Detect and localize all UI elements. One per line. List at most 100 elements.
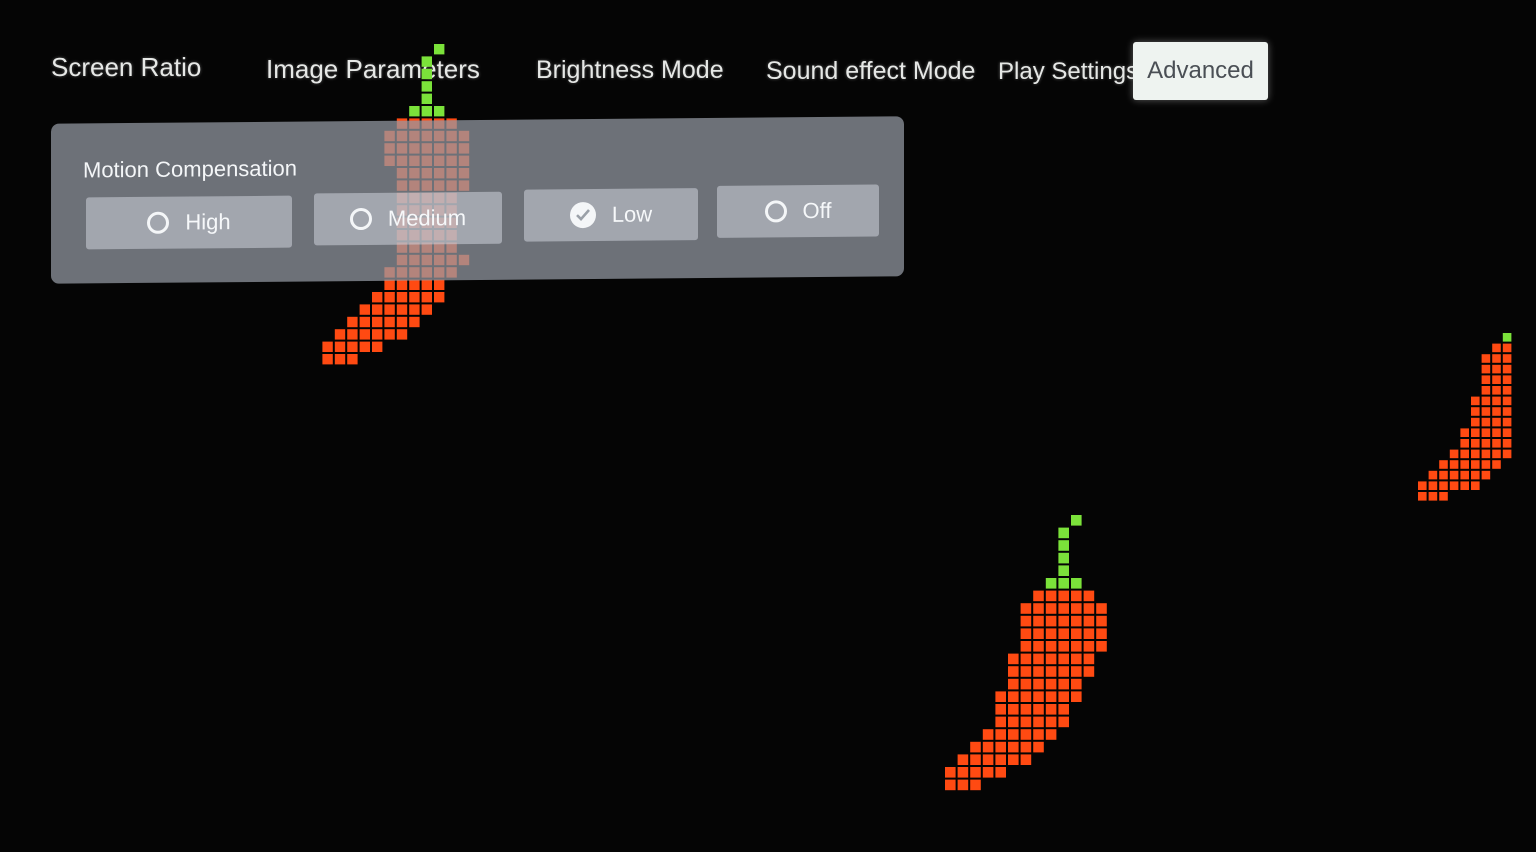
pepper-body-pixel	[995, 767, 1006, 778]
pepper-body-pixel	[1428, 470, 1438, 480]
tab-sound-effect-mode[interactable]: Sound effect Mode	[766, 57, 975, 86]
pepper-body-pixel	[1449, 470, 1459, 480]
pepper-body-pixel	[1071, 603, 1082, 614]
pepper-body-pixel	[1045, 641, 1057, 652]
pepper-body-pixel	[1471, 417, 1480, 427]
pepper-body-pixel	[1020, 641, 1032, 652]
pepper-body-pixel	[1033, 641, 1044, 652]
pepper-body-pixel	[1502, 417, 1512, 427]
pepper-body-pixel	[1071, 666, 1082, 677]
pepper-body-pixel	[1502, 396, 1512, 406]
pepper-body-pixel	[1020, 678, 1032, 690]
pepper-body-pixel	[1096, 603, 1107, 614]
pepper-body-pixel	[1008, 653, 1019, 665]
pepper-body-pixel	[970, 779, 981, 791]
pepper-body-pixel	[1449, 460, 1459, 469]
tab-screen-ratio[interactable]: Screen Ratio	[51, 52, 201, 83]
pepper-stem-pixel	[1058, 565, 1069, 576]
tab-advanced[interactable]: Advanced	[1133, 42, 1268, 100]
pepper-body-pixel	[1492, 354, 1501, 363]
option-label: Low	[611, 201, 653, 227]
pepper-body-pixel	[1033, 603, 1044, 614]
pepper-body-pixel	[1471, 470, 1480, 480]
pepper-body-pixel	[1492, 460, 1501, 469]
pepper-body-pixel	[1460, 449, 1469, 459]
pepper-body-pixel	[1020, 729, 1032, 740]
pepper-body-pixel	[1492, 386, 1501, 395]
pepper-body-pixel	[1071, 628, 1082, 639]
pepper-body-pixel	[1020, 615, 1032, 627]
pepper-body-pixel	[1439, 470, 1448, 480]
pepper-body-pixel	[970, 754, 981, 765]
pepper-stem-pixel	[1058, 578, 1069, 589]
pepper-body-pixel	[1502, 343, 1512, 353]
pepper-body-pixel	[1020, 603, 1032, 614]
pepper-body-pixel	[1471, 396, 1480, 406]
pepper-body-pixel	[1020, 666, 1032, 677]
pepper-body-pixel	[1502, 364, 1512, 374]
pepper-body-pixel	[1071, 615, 1082, 627]
pepper-body-pixel	[372, 304, 383, 315]
pepper-body-pixel	[1071, 678, 1082, 690]
pepper-body-pixel	[1471, 481, 1480, 490]
pepper-body-pixel	[1071, 641, 1082, 652]
option-label: High	[185, 209, 231, 235]
pepper-body-pixel	[1033, 729, 1044, 740]
pepper-body-pixel	[359, 304, 370, 315]
pepper-body-pixel	[1418, 492, 1427, 501]
pepper-body-pixel	[1481, 364, 1491, 374]
pepper-stem-pixel	[421, 93, 432, 104]
pepper-body-pixel	[384, 329, 395, 340]
pepper-stem-pixel	[1058, 527, 1069, 539]
radio-empty-icon	[764, 200, 787, 223]
pepper-body-pixel	[1460, 470, 1469, 480]
pepper-body-pixel	[1492, 343, 1501, 353]
pepper-body-pixel	[1071, 691, 1082, 702]
pepper-body-pixel	[995, 704, 1006, 715]
pepper-body-pixel	[1460, 439, 1469, 448]
pepper-body-pixel	[1008, 754, 1019, 765]
pepper-body-pixel	[1502, 375, 1512, 384]
pepper-body-pixel	[1045, 615, 1057, 627]
option-high[interactable]: High	[86, 195, 292, 250]
pepper-body-pixel	[347, 316, 358, 328]
pepper-body-pixel	[322, 341, 333, 352]
pepper-body-pixel	[1033, 653, 1044, 665]
pepper-body-pixel	[434, 292, 445, 303]
pepper-stem-pixel	[434, 44, 445, 55]
option-off[interactable]: Off	[717, 184, 879, 238]
pepper-body-pixel	[1481, 417, 1491, 427]
pepper-body-pixel	[1449, 449, 1459, 459]
pepper-body-pixel	[372, 292, 383, 303]
pepper-body-pixel	[1492, 439, 1501, 448]
pepper-body-pixel	[396, 279, 408, 290]
pepper-body-pixel	[347, 354, 358, 365]
tab-brightness-mode[interactable]: Brightness Mode	[536, 56, 724, 85]
pepper-body-pixel	[1033, 678, 1044, 690]
option-label: Medium	[387, 205, 467, 231]
tab-play-settings[interactable]: Play Settings	[998, 58, 1138, 86]
pepper-body-pixel	[982, 741, 994, 753]
pepper-body-pixel	[945, 779, 956, 791]
pepper-body-pixel	[421, 279, 432, 290]
pepper-body-pixel	[396, 329, 408, 340]
pepper-body-pixel	[1033, 691, 1044, 702]
pepper-body-pixel	[1439, 481, 1448, 490]
pepper-body-pixel	[1058, 716, 1069, 728]
pepper-body-pixel	[1008, 691, 1019, 702]
pepper-body-pixel	[1492, 407, 1501, 416]
pepper-body-pixel	[1502, 407, 1512, 416]
pepper-body-pixel	[1045, 678, 1057, 690]
pepper-body-pixel	[1439, 492, 1448, 501]
pepper-stem-pixel	[1045, 578, 1057, 589]
pepper-body-pixel	[1492, 417, 1501, 427]
option-low[interactable]: Low	[524, 188, 698, 242]
pepper-body-pixel	[1096, 641, 1107, 652]
pepper-body-pixel	[359, 316, 370, 328]
option-medium[interactable]: Medium	[314, 191, 502, 246]
panel-title: Motion Compensation	[83, 155, 298, 183]
pepper-body-pixel	[1058, 615, 1069, 627]
pepper-body-pixel	[1045, 590, 1057, 602]
pepper-body-pixel	[982, 729, 994, 740]
pepper-body-pixel	[347, 341, 358, 352]
